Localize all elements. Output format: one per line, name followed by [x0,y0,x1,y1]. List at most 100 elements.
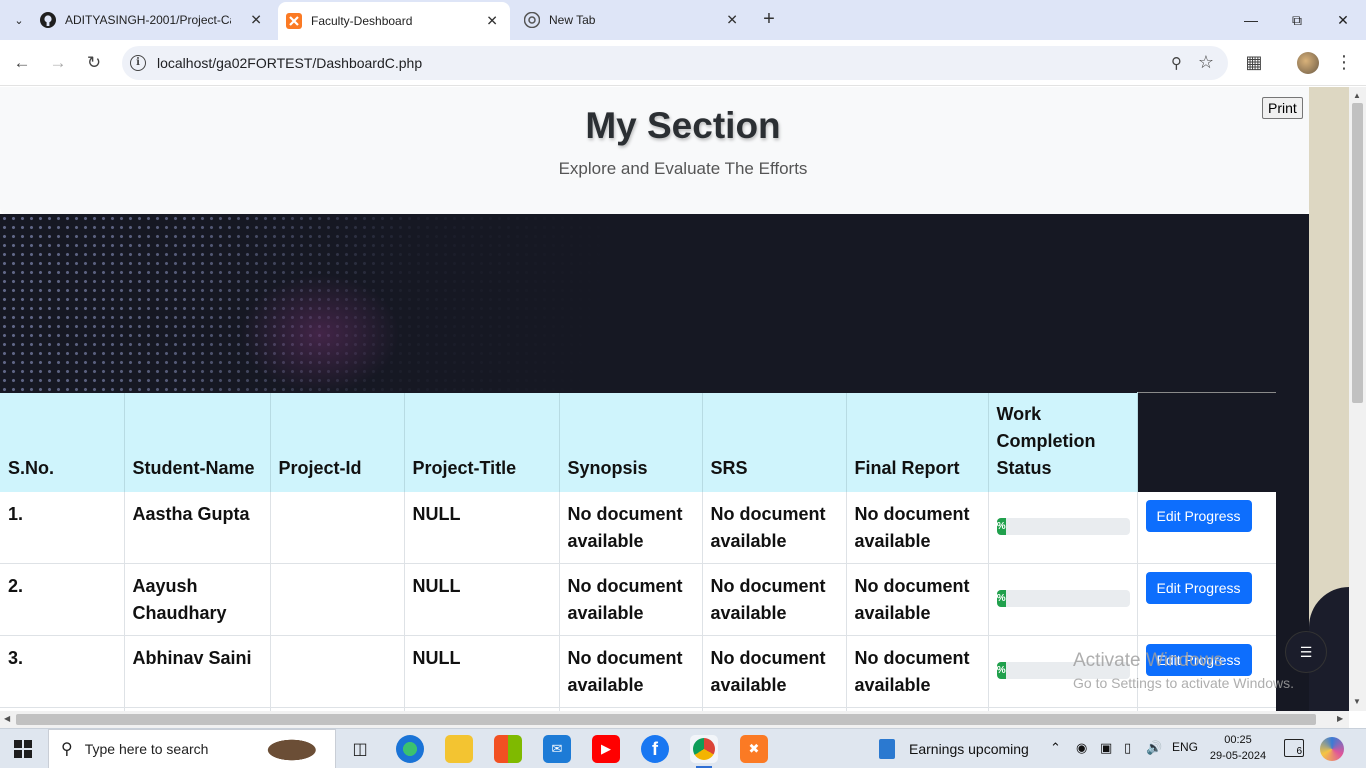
page-background-edge [1309,87,1349,711]
header-sno: S.No. [0,392,125,492]
news-icon [879,739,895,759]
forward-arrow-icon[interactable]: → [45,50,71,76]
activate-windows-watermark: Activate Windows Go to Settings to activ… [1073,650,1294,691]
header-student-name: Student-Name [124,392,271,492]
camera-icon[interactable]: ◉ [1076,740,1087,756]
windows-start-icon[interactable] [14,740,32,758]
vertical-scrollbar[interactable]: ▲ ▼ [1349,87,1366,711]
cell-student-name: Aayush Chaudhary [124,563,271,636]
horizontal-scrollbar[interactable]: ◀ ▶ [0,711,1349,728]
close-window-icon[interactable]: ✕ [1320,0,1366,40]
reload-icon[interactable]: ↻ [81,50,107,76]
microsoft-store-icon[interactable] [494,735,522,763]
file-explorer-icon[interactable] [445,735,473,763]
page-title: My Section [585,105,781,146]
progress-bar: % [996,589,1130,607]
screen-icon[interactable]: ▣ [1100,740,1112,756]
copilot-icon[interactable] [1320,737,1344,761]
watermark-line2: Go to Settings to activate Windows. [1073,675,1294,691]
header-project-id: Project-Id [270,392,405,492]
mail-icon[interactable]: ✉ [543,735,571,763]
edge-icon[interactable] [396,735,424,763]
cell-sno: 1. [0,491,125,564]
scroll-down-icon[interactable]: ▼ [1353,697,1361,706]
cell-srs: No document available [702,563,847,636]
watermark-line1: Activate Windows [1073,650,1223,671]
new-tab-button[interactable]: + [758,9,780,31]
taskbar-search-box[interactable]: ⚲ Type here to search [48,729,336,768]
cell-synopsis: No document available [559,563,703,636]
task-view-icon[interactable]: ◫ [346,735,374,763]
github-icon [40,12,56,28]
zoom-icon[interactable]: ⚲ [1171,54,1182,72]
horizontal-scroll-thumb[interactable] [16,714,1316,725]
tab-github[interactable]: ADITYASINGH-2001/Project-Ca ✕ [40,0,272,40]
page-subtitle: Explore and Evaluate The Efforts [558,159,808,178]
news-widget[interactable]: Earnings upcoming [879,739,1029,759]
youtube-icon[interactable]: ▶ [592,735,620,763]
print-button[interactable]: Print [1262,97,1303,119]
cell-student-name: Abhinav Saini [124,635,271,708]
notification-center-icon[interactable]: 6 [1284,739,1304,757]
tray-chevron-icon[interactable]: ⌃ [1050,740,1061,756]
battery-icon[interactable]: ▯ [1124,740,1131,756]
vertical-scroll-thumb[interactable] [1352,103,1363,403]
cell-sno: 2. [0,563,125,636]
bookmark-star-icon[interactable]: ☆ [1198,52,1214,73]
cell-srs: No document available [702,491,847,564]
chrome-taskbar-icon[interactable] [690,735,718,768]
scroll-right-icon[interactable]: ▶ [1337,714,1343,723]
edit-progress-button[interactable]: Edit Progress [1145,499,1252,532]
xampp-taskbar-icon[interactable]: ✖ [740,735,768,763]
tab-new-tab[interactable]: New Tab ✕ [516,0,748,40]
cell-srs: No document available [702,635,847,708]
edit-progress-button[interactable]: Edit Progress [1145,571,1252,604]
scroll-left-icon[interactable]: ◀ [4,714,10,723]
close-tab-icon[interactable]: ✕ [486,13,498,30]
cell-project-title: NULL [404,563,560,636]
header-final-report: Final Report [846,392,989,492]
header-synopsis: Synopsis [559,392,703,492]
header-work-completion-status: Work Completion Status [988,392,1138,492]
cell-final-report: No document available [846,635,989,708]
cell-sno: 3. [0,635,125,708]
address-bar[interactable]: i localhost/ga02FORTEST/DashboardC.php ⚲… [122,46,1228,80]
cell-project-title: NULL [404,635,560,708]
site-info-icon[interactable]: i [130,55,146,71]
taskbar-clock[interactable]: 00:25 29-05-2024 [1208,732,1268,764]
facebook-icon[interactable]: f [641,735,669,763]
cell-actions: Edit Progress [1137,563,1276,636]
cell-project-id [270,635,405,708]
header-srs: SRS [702,392,847,492]
restore-icon[interactable]: ⧉ [1274,0,1320,40]
close-tab-icon[interactable]: ✕ [250,12,262,29]
cell-synopsis: No document available [559,635,703,708]
table-row: 2. Aayush Chaudhary NULL No document ava… [0,563,1276,636]
profile-avatar[interactable] [1297,52,1319,74]
cell-student-name: Aastha Gupta [124,491,271,564]
search-placeholder[interactable]: Type here to search [85,741,209,757]
extensions-puzzle-icon[interactable]: ▦ [1243,52,1265,74]
cell-project-title: NULL [404,491,560,564]
cell-progress: % [988,563,1138,636]
tab-search-chevron-icon[interactable]: ⌄ [6,7,32,33]
progress-bar: % [996,517,1130,535]
language-indicator[interactable]: ENG [1172,740,1198,754]
tab-faculty-dashboard[interactable]: Faculty-Deshboard ✕ [278,2,510,40]
minimize-icon[interactable]: — [1228,0,1274,40]
browser-menu-icon[interactable]: ⋮ [1335,52,1353,73]
back-arrow-icon[interactable]: ← [9,50,35,76]
volume-icon[interactable]: 🔊 [1146,740,1162,756]
url-text[interactable]: localhost/ga02FORTEST/DashboardC.php [157,55,422,71]
scroll-up-icon[interactable]: ▲ [1353,91,1361,100]
header-project-title: Project-Title [404,392,560,492]
chrome-icon [524,12,540,28]
cell-project-id [270,491,405,564]
table-header-row: S.No. Student-Name Project-Id Project-Ti… [0,392,1276,492]
browser-toolbar: ← → ↻ i localhost/ga02FORTEST/DashboardC… [0,40,1366,86]
clock-time: 00:25 [1224,734,1252,746]
news-text: Earnings upcoming [909,741,1029,757]
chat-menu-icon[interactable]: ☰ [1285,631,1327,673]
close-tab-icon[interactable]: ✕ [726,12,738,29]
windows-taskbar: ⚲ Type here to search ◫ ✉ ▶ f ✖ Earnings… [0,728,1366,768]
